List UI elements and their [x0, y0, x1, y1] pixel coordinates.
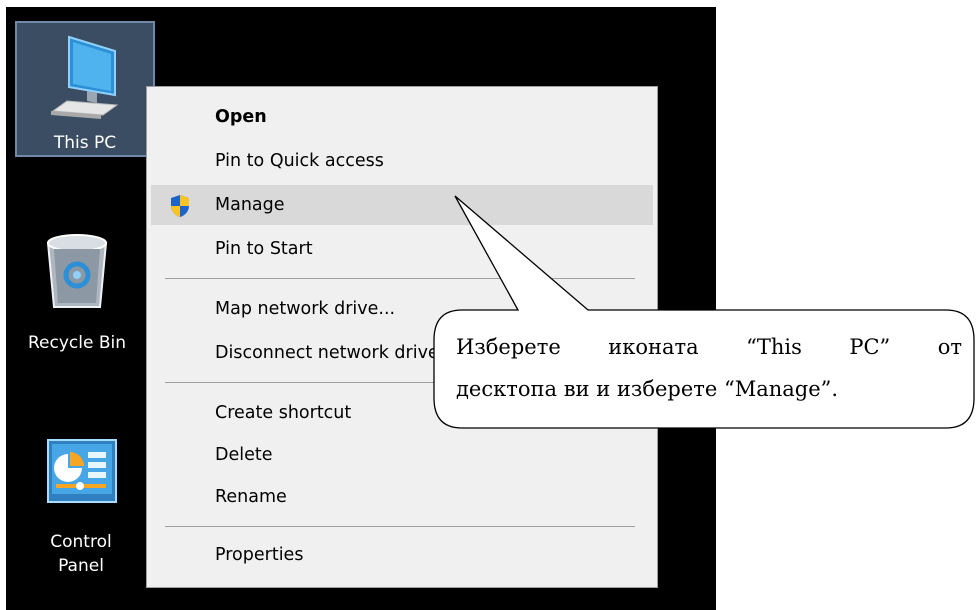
callout-word: Изберете: [456, 335, 561, 359]
label-line-1: Control: [50, 532, 112, 552]
menu-item-label: Pin to Start: [215, 239, 313, 259]
menu-item-properties[interactable]: Properties: [151, 535, 653, 575]
uac-shield-icon: [169, 193, 191, 233]
menu-separator: [165, 278, 635, 279]
callout-word: от: [937, 335, 962, 359]
menu-item-open[interactable]: Open: [151, 97, 653, 137]
desktop-icon-label: Control Panel: [10, 530, 152, 578]
menu-item-label: Rename: [215, 487, 287, 507]
desktop-icon-control-panel[interactable]: Control Panel: [10, 432, 152, 602]
menu-item-label: Properties: [215, 545, 304, 565]
menu-item-label: Open: [215, 107, 267, 127]
recycle-bin-icon: [6, 219, 148, 326]
desktop-icon-recycle-bin[interactable]: Recycle Bin: [6, 219, 148, 359]
menu-item-map-network-drive[interactable]: Map network drive...: [151, 289, 653, 329]
menu-item-delete[interactable]: Delete: [151, 435, 653, 475]
callout-word: PC”: [849, 335, 891, 359]
menu-separator: [165, 526, 635, 527]
menu-item-manage[interactable]: Manage: [151, 185, 653, 225]
menu-item-pin-quick-access[interactable]: Pin to Quick access: [151, 141, 653, 181]
callout-text: Изберете иконата “This PC” от десктопа в…: [456, 326, 962, 410]
control-panel-icon: [10, 432, 152, 529]
menu-item-label: Disconnect network drive...: [215, 343, 456, 363]
computer-icon: [17, 31, 153, 138]
callout-word: “This: [746, 335, 802, 359]
menu-item-label: Create shortcut: [215, 403, 352, 423]
callout-word: иконата: [608, 335, 699, 359]
desktop-icon-this-pc[interactable]: This PC: [15, 21, 155, 157]
menu-item-rename[interactable]: Rename: [151, 477, 653, 517]
desktop-icon-label: This PC: [53, 133, 117, 153]
desktop-icon-label: Recycle Bin: [27, 333, 126, 353]
label-line-2: Panel: [58, 556, 104, 576]
menu-item-pin-start[interactable]: Pin to Start: [151, 229, 653, 269]
menu-item-label: Map network drive...: [215, 299, 396, 319]
menu-item-label: Pin to Quick access: [215, 151, 384, 171]
menu-item-label: Delete: [215, 445, 273, 465]
menu-item-label: Manage: [215, 195, 285, 215]
callout-line-2: десктопа ви и изберете “Manage”.: [456, 377, 839, 401]
callout-line-1: Изберете иконата “This PC” от: [456, 326, 962, 368]
